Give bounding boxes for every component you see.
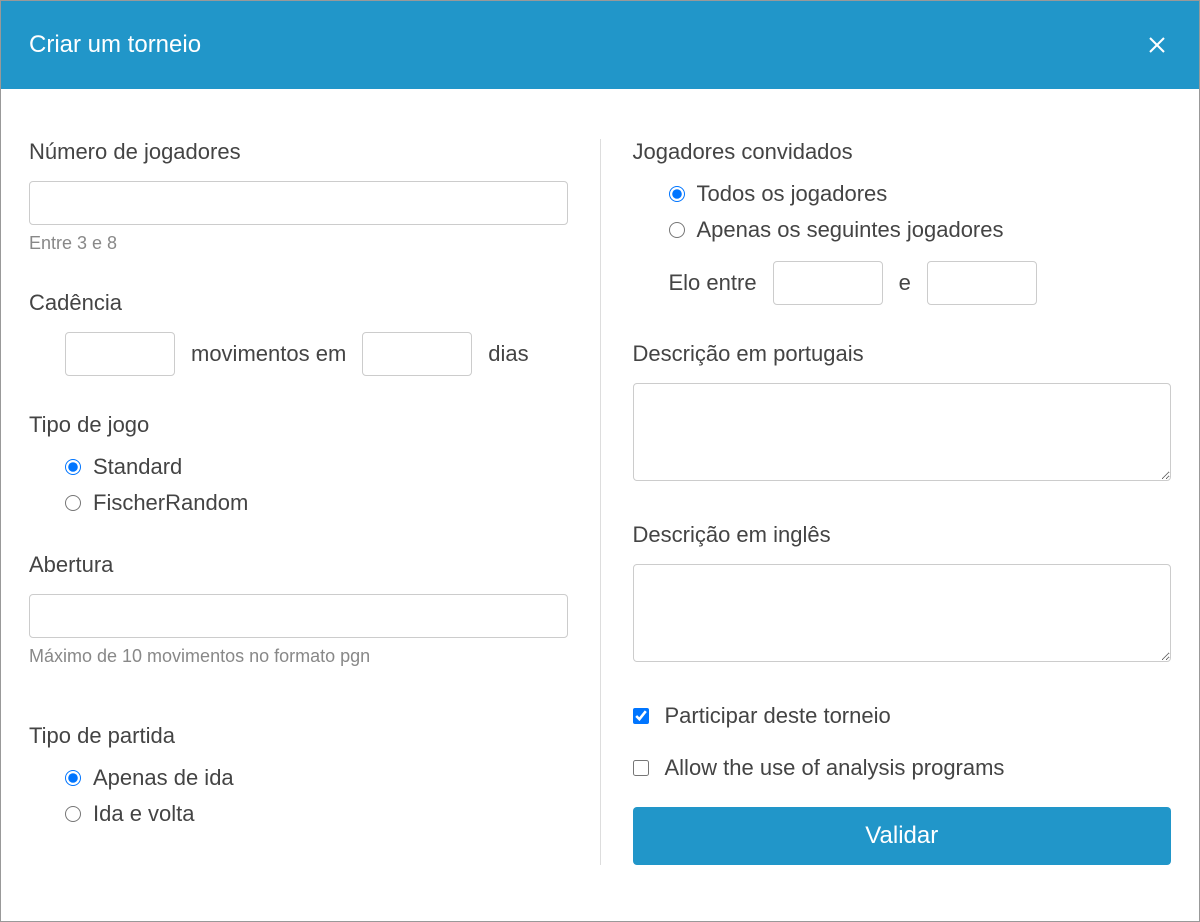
match-type-oneway-radio[interactable] — [65, 770, 81, 786]
participate-checkbox[interactable] — [633, 708, 649, 724]
cadence-label: Cadência — [29, 290, 568, 316]
match-type-label: Tipo de partida — [29, 723, 568, 749]
elo-label: Elo entre — [669, 270, 757, 296]
dialog-title: Criar um torneio — [29, 31, 201, 59]
match-type-roundtrip[interactable]: Ida e volta — [65, 801, 568, 827]
opening-label: Abertura — [29, 552, 568, 578]
desc-pt-textarea[interactable] — [633, 383, 1172, 481]
match-type-oneway-label: Apenas de ida — [93, 765, 234, 791]
num-players-label: Número de jogadores — [29, 139, 568, 165]
invited-only-radio[interactable] — [669, 222, 685, 238]
elo-min-input[interactable] — [773, 261, 883, 305]
elo-and: e — [899, 270, 911, 296]
desc-en-group: Descrição em inglês — [633, 522, 1172, 667]
dialog-header: Criar um torneio — [1, 1, 1199, 89]
allow-analysis-label: Allow the use of analysis programs — [665, 755, 1005, 781]
submit-button[interactable]: Validar — [633, 807, 1172, 865]
desc-en-label: Descrição em inglês — [633, 522, 1172, 548]
dialog-body: Número de jogadores Entre 3 e 8 Cadência… — [1, 89, 1199, 885]
game-type-standard-label: Standard — [93, 454, 182, 480]
game-type-standard[interactable]: Standard — [65, 454, 568, 480]
cadence-moves-input[interactable] — [65, 332, 175, 376]
num-players-hint: Entre 3 e 8 — [29, 233, 568, 254]
match-type-group: Tipo de partida Apenas de ida Ida e volt… — [29, 723, 568, 827]
invited-only-label: Apenas os seguintes jogadores — [697, 217, 1004, 243]
cadence-moves-text: movimentos em — [191, 341, 346, 367]
elo-row: Elo entre e — [633, 261, 1172, 305]
game-type-standard-radio[interactable] — [65, 459, 81, 475]
close-icon[interactable] — [1143, 31, 1171, 59]
num-players-group: Número de jogadores Entre 3 e 8 — [29, 139, 568, 254]
match-type-roundtrip-radio[interactable] — [65, 806, 81, 822]
game-type-fischer-radio[interactable] — [65, 495, 81, 511]
allow-analysis-checkbox-row[interactable]: Allow the use of analysis programs — [633, 755, 1172, 781]
game-type-fischer[interactable]: FischerRandom — [65, 490, 568, 516]
invited-all[interactable]: Todos os jogadores — [669, 181, 1172, 207]
cadence-days-text: dias — [488, 341, 528, 367]
elo-max-input[interactable] — [927, 261, 1037, 305]
invited-label: Jogadores convidados — [633, 139, 1172, 165]
game-type-group: Tipo de jogo Standard FischerRandom — [29, 412, 568, 516]
invited-all-radio[interactable] — [669, 186, 685, 202]
invited-group: Jogadores convidados Todos os jogadores … — [633, 139, 1172, 305]
left-column: Número de jogadores Entre 3 e 8 Cadência… — [29, 139, 601, 865]
participate-label: Participar deste torneio — [665, 703, 891, 729]
desc-pt-group: Descrição em portugais — [633, 341, 1172, 486]
invited-only[interactable]: Apenas os seguintes jogadores — [669, 217, 1172, 243]
opening-hint: Máximo de 10 movimentos no formato pgn — [29, 646, 568, 667]
match-type-oneway[interactable]: Apenas de ida — [65, 765, 568, 791]
opening-input[interactable] — [29, 594, 568, 638]
invited-all-label: Todos os jogadores — [697, 181, 888, 207]
game-type-label: Tipo de jogo — [29, 412, 568, 438]
allow-analysis-checkbox[interactable] — [633, 760, 649, 776]
match-type-roundtrip-label: Ida e volta — [93, 801, 195, 827]
num-players-input[interactable] — [29, 181, 568, 225]
cadence-group: Cadência movimentos em dias — [29, 290, 568, 376]
participate-checkbox-row[interactable]: Participar deste torneio — [633, 703, 1172, 729]
desc-pt-label: Descrição em portugais — [633, 341, 1172, 367]
game-type-fischer-label: FischerRandom — [93, 490, 248, 516]
right-column: Jogadores convidados Todos os jogadores … — [601, 139, 1172, 865]
desc-en-textarea[interactable] — [633, 564, 1172, 662]
opening-group: Abertura Máximo de 10 movimentos no form… — [29, 552, 568, 667]
cadence-days-input[interactable] — [362, 332, 472, 376]
